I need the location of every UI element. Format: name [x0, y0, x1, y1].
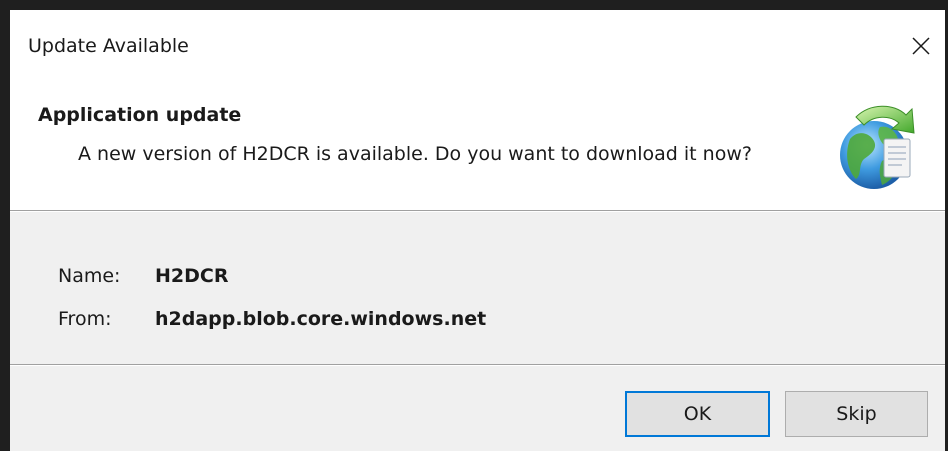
skip-button[interactable]: Skip	[785, 391, 928, 437]
header-message: A new version of H2DCR is available. Do …	[78, 143, 752, 165]
button-bar: OK Skip	[10, 366, 945, 451]
from-value: h2dapp.blob.core.windows.net	[155, 308, 487, 330]
header-title: Application update	[38, 104, 242, 126]
name-label: Name:	[58, 265, 121, 287]
ok-button[interactable]: OK	[625, 391, 770, 437]
update-dialog: Update Available Application update A ne…	[0, 0, 948, 451]
title-bar: Update Available	[10, 10, 945, 82]
window-title: Update Available	[28, 35, 189, 57]
globe-update-icon	[840, 105, 915, 189]
header-panel: Application update A new version of H2DC…	[10, 82, 945, 211]
close-button[interactable]	[897, 20, 945, 72]
details-panel: Name: H2DCR From: h2dapp.blob.core.windo…	[10, 212, 945, 364]
from-label: From:	[58, 308, 112, 330]
close-icon	[912, 37, 930, 55]
name-value: H2DCR	[155, 265, 229, 287]
